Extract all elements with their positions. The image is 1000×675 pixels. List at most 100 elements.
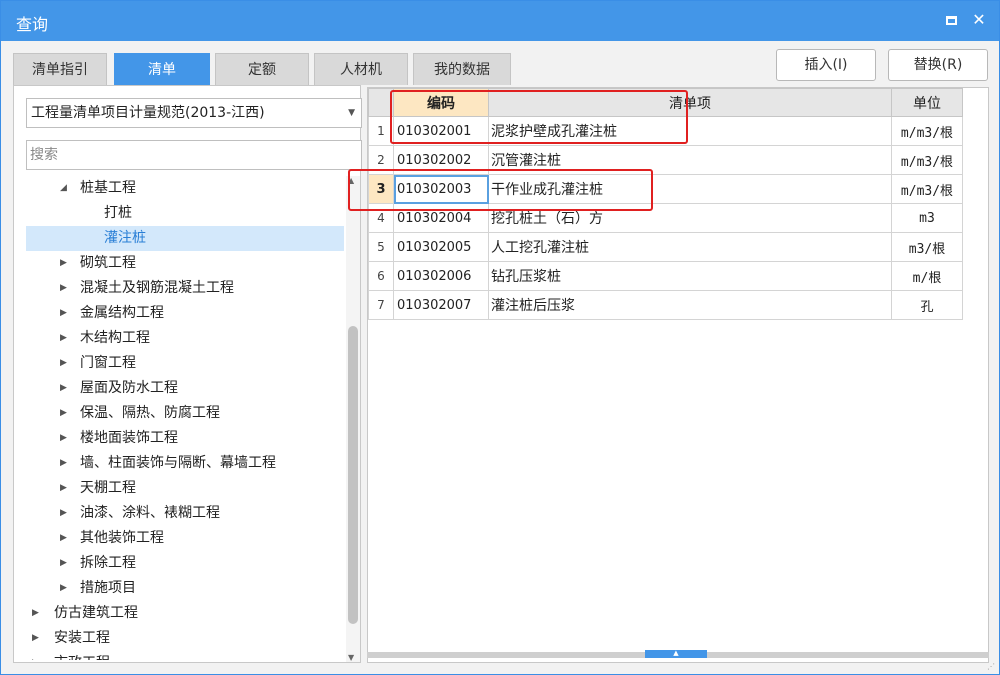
spec-select-value: 工程量清单项目计量规范(2013-江西) [31, 105, 265, 121]
scrollbar-thumb[interactable] [348, 326, 358, 624]
tree-item[interactable]: ▶ 木结构工程 [26, 326, 344, 351]
tree-item-selected[interactable]: 灌注桩 [26, 226, 344, 251]
maximize-icon [945, 16, 957, 25]
tab-labor-material-machine[interactable]: 人材机 [314, 53, 408, 85]
bill-item-grid: 编码 清单项 单位 1 010302001 泥浆护壁成孔灌注桩 m/m3/根 2… [348, 87, 989, 663]
tree-item-label: 保温、隔热、防腐工程 [80, 405, 220, 421]
maximize-button[interactable] [939, 7, 963, 33]
tree-item-label: 市政工程 [54, 651, 110, 660]
tab-bill[interactable]: 清单 [114, 53, 210, 85]
tree-item[interactable]: ▶ 安装工程 [26, 626, 344, 651]
cell-code[interactable]: 010302005 [393, 232, 489, 262]
cell-unit[interactable]: m3 [891, 203, 963, 233]
tab-quota[interactable]: 定额 [215, 53, 309, 85]
collapsed-arrow-icon[interactable]: ▶ [60, 401, 67, 426]
cell-unit[interactable]: m/m3/根 [891, 145, 963, 175]
collapsed-arrow-icon[interactable]: ▶ [60, 576, 67, 601]
red-highlight-box [390, 90, 688, 144]
row-index: 5 [368, 232, 394, 262]
query-dialog: 查询 ✕ 清单指引 清单 定额 人材机 我的数据 插入(I) 替换(R) 工程量… [0, 0, 1000, 675]
tree-item[interactable]: ▶ 仿古建筑工程 [26, 601, 344, 626]
table-row[interactable]: 5 010302005 人工挖孔灌注桩 m3/根 [368, 232, 963, 262]
splitter-handle-icon[interactable]: ▲ [645, 650, 707, 658]
collapsed-arrow-icon[interactable]: ▶ [60, 301, 67, 326]
expanded-arrow-icon[interactable]: ◢ [60, 176, 67, 201]
tree-item[interactable]: ▶ 砌筑工程 [26, 251, 344, 276]
cell-unit[interactable]: m/m3/根 [891, 174, 963, 204]
collapsed-arrow-icon[interactable]: ▶ [60, 426, 67, 451]
category-panel: 工程量清单项目计量规范(2013-江西) ▼ ◢ 桩基工程 打桩 灌注桩 ▶ 砌… [13, 85, 362, 663]
collapsed-arrow-icon[interactable]: ▶ [60, 526, 67, 551]
collapsed-arrow-icon[interactable]: ▶ [60, 476, 67, 501]
collapsed-arrow-icon[interactable]: ▶ [60, 451, 67, 476]
category-tree: ◢ 桩基工程 打桩 灌注桩 ▶ 砌筑工程 ▶ 混凝土及钢筋混凝土工程 ▶ 金属结… [26, 176, 344, 660]
tree-item[interactable]: ◢ 桩基工程 [26, 176, 344, 201]
title-bar[interactable]: 查询 ✕ [1, 1, 999, 41]
tree-item[interactable]: ▶ 天棚工程 [26, 476, 344, 501]
tree-item[interactable]: 打桩 [26, 201, 344, 226]
tree-item[interactable]: ▶ 楼地面装饰工程 [26, 426, 344, 451]
close-button[interactable]: ✕ [967, 7, 991, 33]
tree-item-label: 措施项目 [80, 580, 136, 596]
insert-button[interactable]: 插入(I) [776, 49, 876, 81]
cell-name[interactable]: 人工挖孔灌注桩 [488, 232, 892, 262]
tree-item[interactable]: ▶ 拆除工程 [26, 551, 344, 576]
red-highlight-box [348, 169, 653, 211]
collapsed-arrow-icon[interactable]: ▶ [60, 551, 67, 576]
tree-item-label: 天棚工程 [80, 480, 136, 496]
collapsed-arrow-icon[interactable]: ▶ [60, 276, 67, 301]
tree-item[interactable]: ▶ 市政工程 [26, 651, 344, 660]
cell-unit[interactable]: m3/根 [891, 232, 963, 262]
tree-item[interactable]: ▶ 油漆、涂料、裱糊工程 [26, 501, 344, 526]
replace-button[interactable]: 替换(R) [888, 49, 988, 81]
collapsed-arrow-icon[interactable]: ▶ [60, 326, 67, 351]
table-row[interactable]: 7 010302007 灌注桩后压浆 孔 [368, 290, 963, 320]
tree-item-label: 金属结构工程 [80, 305, 164, 321]
spec-select[interactable]: 工程量清单项目计量规范(2013-江西) ▼ [26, 98, 362, 128]
collapsed-arrow-icon[interactable]: ▶ [60, 376, 67, 401]
row-index: 7 [368, 290, 394, 320]
tree-item-label: 拆除工程 [80, 555, 136, 571]
cell-name[interactable]: 钻孔压浆桩 [488, 261, 892, 291]
tab-my-data[interactable]: 我的数据 [413, 53, 511, 85]
search-box [26, 140, 362, 170]
tree-item-label: 灌注桩 [104, 230, 146, 246]
tree-item[interactable]: ▶ 金属结构工程 [26, 301, 344, 326]
search-input[interactable] [27, 141, 361, 169]
tab-bill-guide[interactable]: 清单指引 [13, 53, 107, 85]
cell-unit[interactable]: m/m3/根 [891, 116, 963, 146]
collapsed-arrow-icon[interactable]: ▶ [32, 651, 39, 660]
tree-item[interactable]: ▶ 墙、柱面装饰与隔断、幕墙工程 [26, 451, 344, 476]
header-unit[interactable]: 单位 [891, 88, 963, 117]
tree-item-label: 桩基工程 [80, 180, 136, 196]
collapsed-arrow-icon[interactable]: ▶ [60, 251, 67, 276]
cell-code[interactable]: 010302007 [393, 290, 489, 320]
tree-item[interactable]: ▶ 保温、隔热、防腐工程 [26, 401, 344, 426]
cell-unit[interactable]: 孔 [891, 290, 963, 320]
scroll-down-icon[interactable]: ▼ [348, 653, 354, 662]
resize-grip-icon[interactable]: ⋰ [987, 662, 995, 671]
chevron-down-icon: ▼ [348, 108, 355, 118]
cell-unit[interactable]: m/根 [891, 261, 963, 291]
collapsed-arrow-icon[interactable]: ▶ [60, 501, 67, 526]
tree-item-label: 混凝土及钢筋混凝土工程 [80, 280, 234, 296]
tree-item[interactable]: ▶ 门窗工程 [26, 351, 344, 376]
tree-item[interactable]: ▶ 混凝土及钢筋混凝土工程 [26, 276, 344, 301]
tree-item-label: 油漆、涂料、裱糊工程 [80, 505, 220, 521]
tree-item[interactable]: ▶ 措施项目 [26, 576, 344, 601]
collapsed-arrow-icon[interactable]: ▶ [32, 601, 39, 626]
tree-scrollbar[interactable]: ▲ ▼ [346, 176, 360, 662]
tree-item[interactable]: ▶ 屋面及防水工程 [26, 376, 344, 401]
collapsed-arrow-icon[interactable]: ▶ [32, 626, 39, 651]
tree-item[interactable]: ▶ 其他装饰工程 [26, 526, 344, 551]
window-title: 查询 [16, 15, 49, 34]
cell-code[interactable]: 010302006 [393, 261, 489, 291]
tree-item-label: 屋面及防水工程 [80, 380, 178, 396]
grid-splitter[interactable]: ▲ [367, 650, 989, 658]
tree-item-label: 砌筑工程 [80, 255, 136, 271]
tree-item-label: 楼地面装饰工程 [80, 430, 178, 446]
tree-item-label: 门窗工程 [80, 355, 136, 371]
table-row[interactable]: 6 010302006 钻孔压浆桩 m/根 [368, 261, 963, 291]
cell-name[interactable]: 灌注桩后压浆 [488, 290, 892, 320]
collapsed-arrow-icon[interactable]: ▶ [60, 351, 67, 376]
